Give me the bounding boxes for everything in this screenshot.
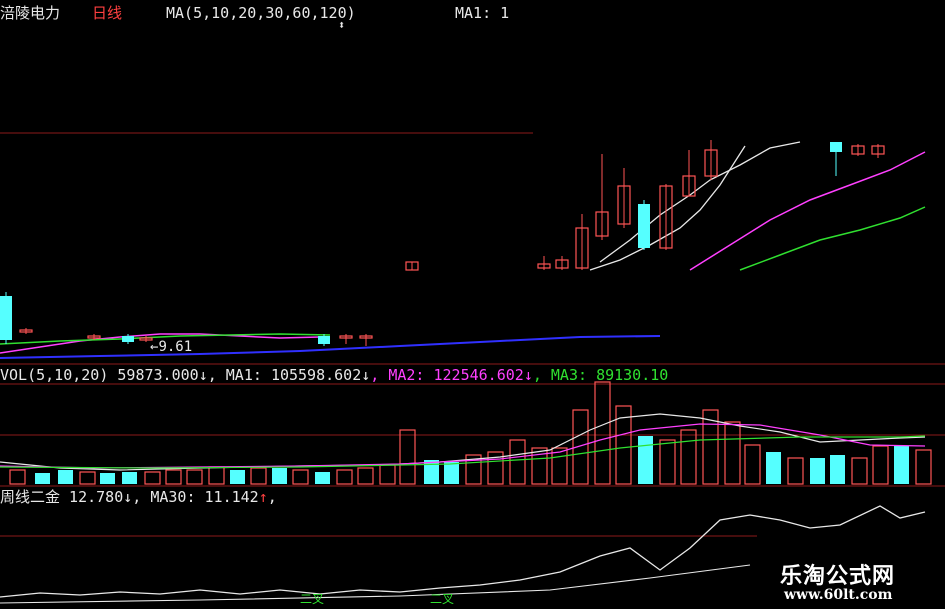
candle-body [638, 204, 650, 248]
volume-bar [659, 439, 676, 485]
volume-bar [165, 469, 182, 485]
volume-bar [100, 473, 115, 484]
volume-bar [680, 429, 697, 485]
ma1-value-label: MA1: 1 [455, 4, 510, 22]
volume-bar [594, 381, 611, 485]
volume-bar [638, 436, 653, 484]
volume-bar [122, 472, 137, 484]
watermark-url: www.60lt.com [784, 587, 893, 603]
volume-bar [551, 447, 568, 485]
indicator-ma30-line [0, 564, 751, 604]
candle-body [0, 296, 12, 340]
volume-ma1-value: 105598.602 [270, 366, 362, 384]
volume-ma2-value: 122546.602 [433, 366, 524, 384]
volume-bar [766, 452, 781, 484]
indicator-ma30-value: 11.142 [204, 488, 259, 506]
vol-ma1-line [0, 413, 926, 471]
volume-ma3-value: 89130.10 [596, 366, 669, 384]
volume-bar [9, 469, 26, 485]
volume-bar [186, 469, 203, 485]
volume-ma1-arrow: ↓ [361, 366, 371, 384]
volume-bar [79, 471, 96, 485]
volume-value: 59873.000 [117, 366, 199, 384]
volume-title: VOL(5,10,20) 59873.000↓, MA1: 105598.602… [0, 366, 668, 384]
ma-params-label: MA(5,10,20,30,60,120) [166, 4, 356, 22]
volume-title-label: VOL(5,10,20) [0, 366, 109, 384]
ma-magenta-line [689, 151, 926, 271]
volume-arrow: ↓ [198, 366, 208, 384]
volume-bar [915, 449, 932, 485]
candle-body [122, 336, 134, 342]
volume-bar [144, 471, 161, 485]
volume-bar [230, 470, 245, 484]
period-label[interactable]: 日线 [92, 4, 122, 22]
volume-bar [292, 469, 309, 485]
candle-body [318, 336, 330, 344]
indicator-ma30-arrow: ↑ [258, 488, 268, 506]
vol-ma2-line [0, 423, 926, 469]
volume-bar [810, 458, 825, 484]
indicator-ma30-label: , MA30: [132, 488, 196, 506]
indicator-signal-label: 二叉 [300, 592, 325, 606]
indicator-arrow: ↓ [123, 488, 133, 506]
candlestick-series [0, 140, 885, 346]
volume-bar [208, 466, 225, 485]
candle-body [830, 142, 842, 152]
volume-bar [787, 457, 804, 485]
stock-name: 涪陵电力 [0, 4, 61, 22]
volume-bar [357, 467, 374, 485]
crosshair-icon: ⬍ [338, 18, 346, 32]
volume-bar [851, 457, 868, 485]
volume-bar [830, 455, 845, 484]
price-low-marker: ←9.61 [150, 339, 193, 355]
ma-green-line-2 [739, 206, 926, 271]
volume-bar [444, 462, 459, 484]
volume-ma2-arrow: ↓ [523, 366, 533, 384]
kline-chart-window: 涪陵电力 日线 MA(5,10,20,30,60,120) MA1: 1 ⬍ ←… [0, 0, 945, 609]
vol-ma3-line [0, 435, 926, 469]
volume-bar [399, 429, 416, 485]
volume-bar [724, 421, 741, 485]
volume-bar [336, 469, 353, 485]
volume-bar [424, 460, 439, 484]
volume-bar [744, 444, 761, 485]
indicator-signal-label: 二叉 [430, 592, 455, 606]
volume-bar [509, 439, 526, 485]
indicator-value: 12.780 [69, 488, 124, 506]
watermark-title: 乐淘公式网 [780, 564, 896, 589]
volume-ma2-label: , MA2: [370, 366, 425, 384]
volume-ma1-label: , MA1: [207, 366, 262, 384]
indicator-tail: , [267, 488, 277, 506]
indicator-title-label: 周线二金 [0, 488, 61, 506]
volume-bar [35, 473, 50, 484]
volume-bar [272, 468, 287, 484]
volume-bar [872, 445, 889, 485]
volume-bar [894, 446, 909, 484]
volume-bar [315, 472, 330, 484]
volume-bar [250, 467, 267, 485]
volume-ma3-label: , MA3: [532, 366, 588, 384]
ma-white-line-1 [589, 145, 746, 271]
volume-bar [58, 470, 73, 484]
volume-bar [379, 464, 396, 485]
chart-canvas[interactable] [0, 0, 945, 609]
indicator-title: 周线二金 12.780↓, MA30: 11.142↑, [0, 488, 277, 506]
price-low-value: 9.61 [158, 339, 193, 355]
